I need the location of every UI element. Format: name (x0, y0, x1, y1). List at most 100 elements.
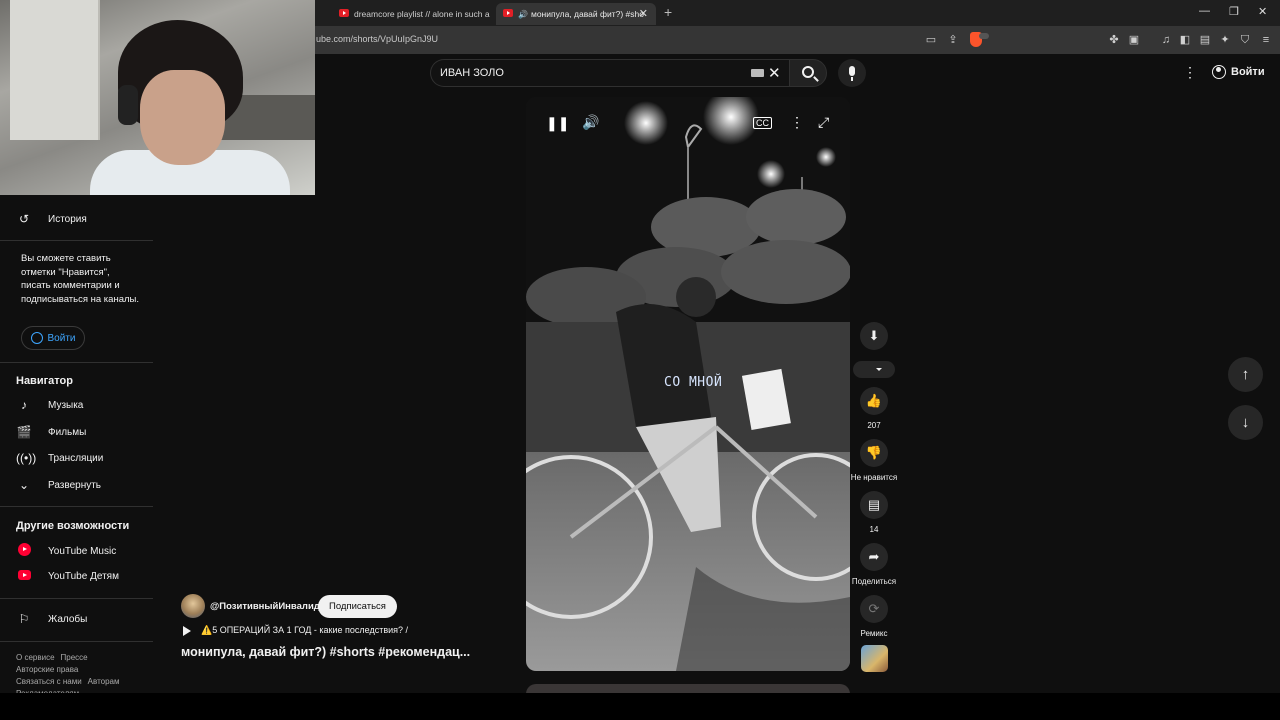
volume-icon[interactable]: 🔊 (582, 114, 599, 131)
download-button[interactable]: ⬇ (860, 322, 888, 350)
new-tab-icon[interactable]: + (664, 4, 672, 20)
like-button[interactable]: 👍 (860, 387, 888, 415)
video-title[interactable]: монипула, давай фит?) #shorts #рекоменда… (181, 645, 470, 659)
media-icon[interactable]: ♫ (1159, 33, 1173, 47)
share-page-icon[interactable]: ⇪ (946, 33, 960, 47)
footer-link[interactable]: Связаться с нами (16, 677, 82, 686)
more-actions-dropdown[interactable] (853, 361, 895, 378)
more-vert-icon[interactable]: ⋮ (790, 114, 804, 131)
sidebar-divider (0, 641, 153, 642)
webcam-person-face (140, 70, 225, 165)
search-icon (802, 66, 814, 78)
sidebar-icon[interactable]: ◧ (1178, 33, 1192, 47)
more-features-heading: Другие возможности (16, 520, 130, 532)
sidebar-item-reports[interactable]: ⚐ Жалобы (16, 612, 88, 626)
sidebar-item-expand[interactable]: ⌄ Развернуть (16, 478, 101, 492)
dislike-button[interactable]: 👎 (860, 439, 888, 467)
speaker-icon[interactable]: 🔊 (518, 10, 528, 19)
sign-in-label: Войти (1231, 66, 1265, 78)
music-note-icon: ♪ (21, 398, 27, 412)
remix-label: Ремикс (860, 629, 888, 638)
sidebar-sign-in-button[interactable]: Войти (21, 326, 85, 350)
vpn-icon[interactable]: ⛉ (1238, 33, 1252, 47)
header-sign-in-button[interactable]: Войти (1212, 65, 1265, 79)
remix-button[interactable]: ⟳ (860, 595, 888, 623)
like-count: 207 (867, 421, 881, 430)
previous-short-button[interactable]: ↑ (1228, 357, 1263, 392)
account-icon (1212, 65, 1226, 79)
chevron-down-icon: ⌄ (18, 478, 30, 492)
next-short-button[interactable]: ↓ (1228, 405, 1263, 440)
settings-more-icon[interactable]: ⋮ (1183, 64, 1197, 81)
voice-search-button[interactable] (838, 59, 866, 87)
headphones-icon (118, 85, 138, 125)
comment-icon: ▤ (867, 497, 881, 512)
wallet-icon[interactable]: ▤ (1198, 33, 1212, 47)
related-video-title: ⚠️5 ОПЕРАЦИЙ ЗА 1 ГОД - какие последстви… (201, 625, 409, 635)
extensions-icon[interactable]: ✤ (1107, 33, 1121, 47)
film-icon: 🎬 (16, 425, 32, 439)
menu-icon[interactable]: ≡ (1259, 33, 1273, 47)
window-close-icon[interactable]: ✕ (1258, 5, 1267, 18)
footer-link[interactable]: Авторам (88, 677, 120, 686)
screenshot-icon[interactable]: ▣ (1127, 33, 1141, 47)
sidebar-item-label: Фильмы (48, 426, 87, 438)
dislike-label: Не нравится (850, 473, 898, 482)
history-icon: ↺ (18, 212, 30, 226)
related-video-link[interactable]: ⚠️5 ОПЕРАЦИЙ ЗА 1 ГОД - какие последстви… (183, 625, 408, 636)
footer-link[interactable]: Авторские права (16, 665, 78, 674)
play-icon (183, 625, 191, 636)
sidebar-item-music[interactable]: ♪ Музыка (16, 398, 83, 412)
youtube-music-icon (16, 543, 32, 559)
tab-close-icon[interactable]: ✕ (639, 7, 648, 20)
sidebar-item-movies[interactable]: 🎬 Фильмы (16, 425, 87, 439)
webcam-background-door (10, 0, 100, 140)
webcam-overlay (0, 0, 315, 195)
flag-icon: ⚐ (18, 612, 30, 626)
thumbs-down-icon: 👎 (865, 445, 883, 460)
arrow-up-icon: ↑ (1241, 366, 1250, 383)
channel-name[interactable]: @ПозитивныйИнвалид (210, 601, 320, 612)
sidebar-divider (0, 362, 153, 363)
browser-tab-active[interactable]: 🔊 монипула, давай фит?) #sho ✕ (496, 3, 656, 25)
restore-icon[interactable]: ❐ (1229, 5, 1239, 18)
channel-avatar[interactable] (181, 594, 205, 618)
video-caption: СО МНОЙ (664, 375, 723, 390)
fullscreen-icon[interactable]: ⤢ (818, 114, 829, 131)
minimize-icon[interactable]: — (1199, 5, 1210, 17)
shorts-video-player[interactable]: ❚❚ 🔊 CC ⋮ ⤢ СО МНОЙ (526, 97, 850, 671)
search-input[interactable]: ИВАН ЗОЛО (440, 67, 504, 79)
youtube-favicon-icon (503, 9, 513, 17)
thumbs-up-icon: 👍 (865, 393, 883, 408)
sidebar-item-youtube-music[interactable]: YouTube Music (16, 543, 116, 559)
browser-tab-dreamcore[interactable]: dreamcore playlist // alone in such a (332, 3, 492, 25)
url-text[interactable]: ube.com/shorts/VpUuIpGnJ9U (316, 34, 438, 44)
sidebar-divider (0, 598, 153, 599)
navigator-heading: Навигатор (16, 375, 73, 387)
sidebar-item-history[interactable]: ↺ История (16, 212, 87, 226)
sign-in-label: Войти (47, 332, 76, 344)
comments-button[interactable]: ▤ (860, 491, 888, 519)
cc-icon[interactable]: CC (753, 117, 772, 129)
share-button[interactable]: ➦ (860, 543, 888, 571)
footer-link[interactable]: Прессе (61, 653, 88, 662)
subscribe-button[interactable]: Подписаться (318, 595, 397, 618)
tab-title: монипула, давай фит?) #sho (530, 9, 644, 19)
sound-thumbnail[interactable] (861, 645, 888, 672)
tab-title: dreamcore playlist // alone in such a (354, 9, 490, 19)
account-icon (30, 332, 43, 344)
leo-ai-icon[interactable]: ✦ (1218, 33, 1232, 47)
pause-icon[interactable]: ❚❚ (546, 115, 569, 132)
search-button[interactable] (789, 59, 827, 87)
sidebar-item-live[interactable]: ((•)) Трансляции (16, 451, 103, 465)
sidebar-item-label: Музыка (48, 399, 84, 411)
search-box[interactable]: ИВАН ЗОЛО ✕ (430, 59, 790, 87)
sidebar-item-youtube-kids[interactable]: YouTube Детям (16, 569, 119, 583)
youtube-favicon-icon (339, 9, 349, 17)
sidebar-divider (0, 240, 153, 241)
cast-icon[interactable]: ▭ (924, 33, 938, 47)
keyboard-icon[interactable] (751, 69, 764, 77)
sidebar-item-label: Развернуть (48, 479, 102, 491)
footer-link[interactable]: О сервисе (16, 653, 55, 662)
clear-search-icon[interactable]: ✕ (768, 64, 781, 82)
